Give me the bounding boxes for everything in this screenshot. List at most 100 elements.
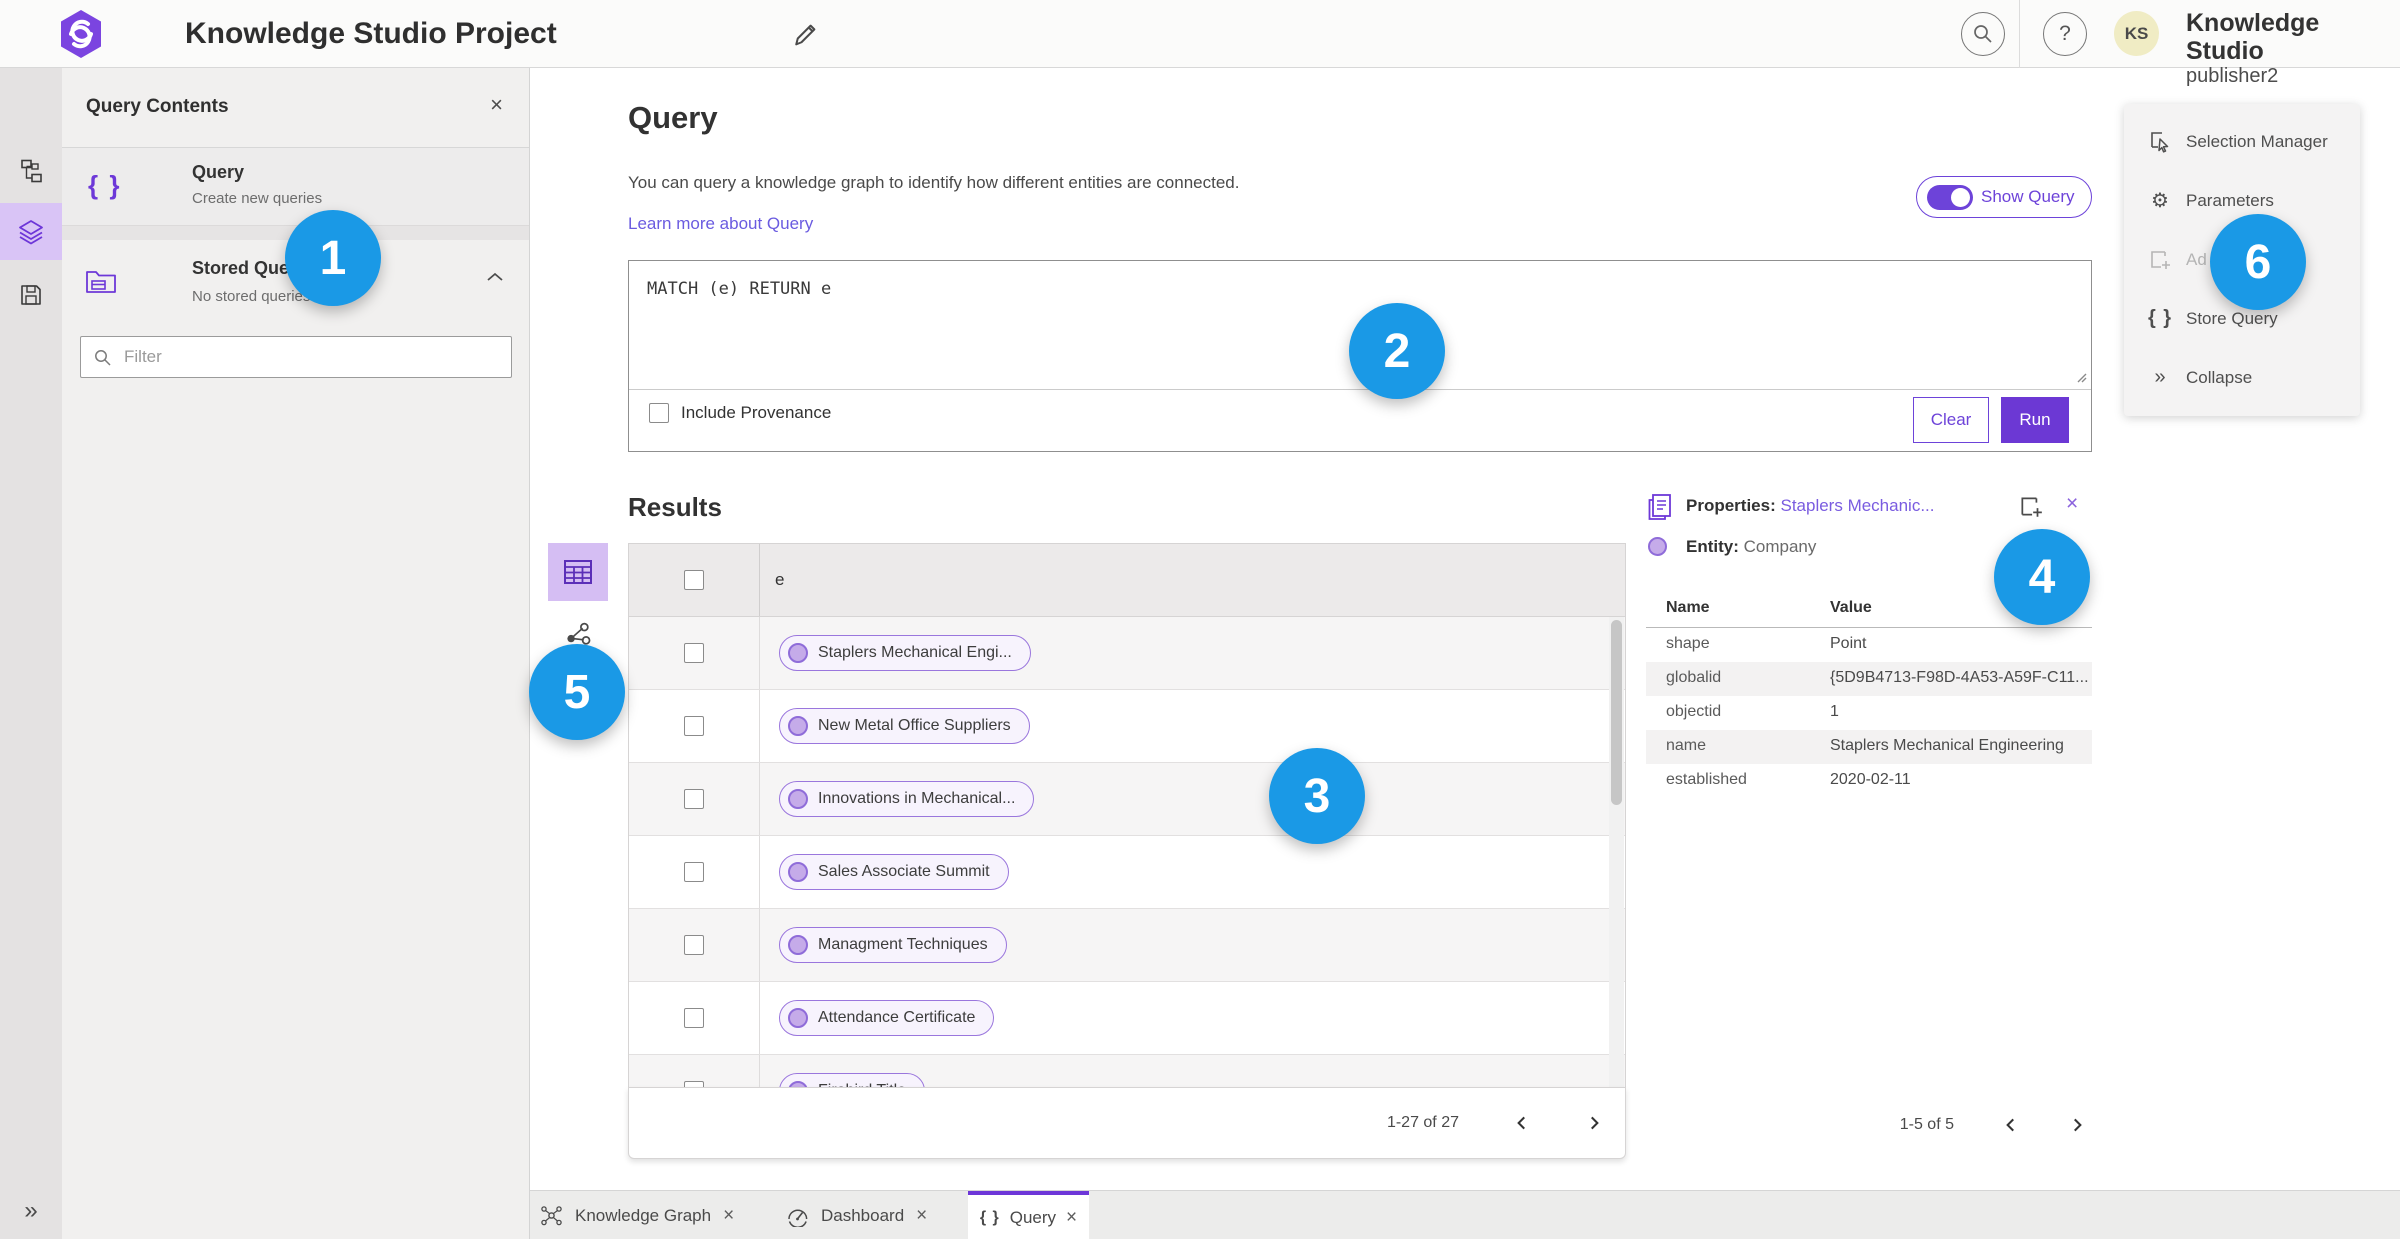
entity-pill[interactable]: New Metal Office Suppliers bbox=[779, 708, 1030, 744]
chevron-up-icon[interactable] bbox=[485, 270, 505, 284]
properties-range-text: 1-5 of 5 bbox=[1899, 1116, 1954, 1133]
row-checkbox[interactable] bbox=[684, 1008, 704, 1028]
row-checkbox[interactable] bbox=[684, 716, 704, 736]
properties-label: Properties: Staplers Mechanic... bbox=[1686, 496, 1935, 515]
table-row[interactable]: Firebird Title bbox=[629, 1055, 1625, 1087]
run-button[interactable]: Run bbox=[2001, 397, 2069, 443]
entity-type-dot bbox=[788, 1008, 808, 1028]
tab-close-icon[interactable]: × bbox=[916, 1205, 927, 1227]
table-scrollbar[interactable] bbox=[1609, 617, 1624, 1087]
panel-title: Query Contents bbox=[86, 96, 229, 117]
column-divider bbox=[759, 544, 760, 616]
include-provenance-label: Include Provenance bbox=[681, 403, 832, 422]
row-checkbox[interactable] bbox=[684, 862, 704, 882]
table-row[interactable]: Sales Associate Summit bbox=[629, 836, 1625, 909]
search-icon bbox=[81, 348, 112, 367]
search-button[interactable] bbox=[1961, 12, 2005, 56]
filter-field bbox=[80, 336, 512, 378]
app-logo-icon[interactable] bbox=[55, 8, 107, 60]
collapse-chevrons-icon: » bbox=[2154, 366, 2166, 388]
results-range-text: 1-27 of 27 bbox=[1386, 1114, 1459, 1131]
table-row[interactable]: Innovations in Mechanical... bbox=[629, 763, 1625, 836]
toggle-knob bbox=[1951, 187, 1970, 207]
row-checkbox[interactable] bbox=[684, 935, 704, 955]
entity-pill[interactable]: Attendance Certificate bbox=[779, 1000, 995, 1036]
entity-type-dot bbox=[788, 935, 808, 955]
annotation-badge-6: 6 bbox=[2210, 214, 2306, 310]
rail-item-schema[interactable] bbox=[0, 142, 62, 199]
properties-pagination: 1-5 of 5 bbox=[1646, 1100, 2092, 1150]
menu-item-collapse[interactable]: » Collapse bbox=[2124, 348, 2360, 407]
include-provenance-checkbox[interactable] bbox=[649, 403, 669, 423]
properties-rows: shape Point globalid {5D9B4713-F98D-4A53-A… bbox=[1646, 628, 2092, 798]
entity-type-dot bbox=[788, 643, 808, 663]
value-column-header: Value bbox=[1830, 599, 1872, 616]
add-to-selection-icon bbox=[2146, 248, 2174, 272]
menu-item-selection-manager[interactable]: Selection Manager bbox=[2124, 112, 2360, 171]
property-row[interactable]: shape Point bbox=[1646, 628, 2092, 662]
account-info[interactable]: Knowledge Studio publisher2 bbox=[2186, 9, 2400, 87]
table-icon bbox=[563, 559, 593, 585]
tab-close-icon[interactable]: × bbox=[723, 1205, 734, 1227]
property-row[interactable]: globalid {5D9B4713-F98D-4A53-A59F-C11... bbox=[1646, 662, 2092, 696]
entity-pill[interactable]: Firebird Title bbox=[779, 1073, 926, 1087]
property-row[interactable]: objectid 1 bbox=[1646, 696, 2092, 730]
table-row[interactable]: Attendance Certificate bbox=[629, 982, 1625, 1055]
tab-close-icon[interactable]: × bbox=[1066, 1207, 1077, 1229]
toggle-track[interactable] bbox=[1927, 184, 1973, 210]
editor-footer-divider bbox=[629, 389, 2091, 390]
tab-query-active[interactable]: { } Query × bbox=[968, 1191, 1089, 1239]
select-all-checkbox[interactable] bbox=[684, 570, 704, 590]
scrollbar-thumb[interactable] bbox=[1611, 620, 1622, 805]
entity-pill[interactable]: Staplers Mechanical Engi... bbox=[779, 635, 1031, 671]
entity-type-dot bbox=[1648, 537, 1667, 556]
properties-close-icon[interactable]: × bbox=[2066, 492, 2078, 516]
query-code-input[interactable]: MATCH (e) RETURN e bbox=[647, 279, 831, 299]
panel-item-query[interactable]: { } Query Create new queries bbox=[62, 148, 529, 226]
property-row[interactable]: established 2020-02-11 bbox=[1646, 764, 2092, 798]
annotation-badge-1: 1 bbox=[285, 210, 381, 306]
chevron-left-icon[interactable] bbox=[1513, 1114, 1531, 1132]
chevron-right-icon[interactable] bbox=[1585, 1114, 1603, 1132]
table-row[interactable]: Staplers Mechanical Engi... bbox=[629, 617, 1625, 690]
chevron-left-icon[interactable] bbox=[2002, 1116, 2020, 1134]
panel-close-icon[interactable]: × bbox=[490, 92, 503, 118]
selected-entity-link[interactable]: Staplers Mechanic... bbox=[1780, 496, 1934, 515]
edit-title-button[interactable] bbox=[790, 18, 824, 52]
avatar-initials: KS bbox=[2124, 23, 2149, 43]
annotation-badge-5: 5 bbox=[529, 644, 625, 740]
help-button[interactable]: ? bbox=[2043, 12, 2087, 56]
resize-handle[interactable] bbox=[2073, 369, 2087, 383]
row-checkbox[interactable] bbox=[684, 643, 704, 663]
tab-dashboard[interactable]: Dashboard × bbox=[778, 1191, 935, 1239]
properties-header: Properties: Staplers Mechanic... × bbox=[1646, 492, 2092, 528]
learn-more-link[interactable]: Learn more about Query bbox=[628, 214, 813, 234]
row-checkbox[interactable] bbox=[684, 789, 704, 809]
view-tab-bar: Knowledge Graph × Dashboard × { } Query … bbox=[530, 1190, 2400, 1239]
tab-knowledge-graph[interactable]: Knowledge Graph × bbox=[532, 1191, 742, 1239]
save-icon bbox=[18, 282, 44, 308]
entity-pill[interactable]: Innovations in Mechanical... bbox=[779, 781, 1035, 817]
rail-item-contents-active[interactable] bbox=[0, 203, 62, 260]
table-row[interactable]: Managment Techniques bbox=[629, 909, 1625, 982]
entity-label: Entity: Company bbox=[1686, 537, 1817, 556]
table-row[interactable]: New Metal Office Suppliers bbox=[629, 690, 1625, 763]
property-row[interactable]: name Staplers Mechanical Engineering bbox=[1646, 730, 2092, 764]
avatar[interactable]: KS bbox=[2114, 11, 2159, 56]
add-to-selection-icon[interactable] bbox=[2018, 494, 2044, 520]
rail-item-save[interactable] bbox=[0, 266, 62, 323]
entity-pill[interactable]: Sales Associate Summit bbox=[779, 854, 1009, 890]
clear-button[interactable]: Clear bbox=[1913, 397, 1989, 443]
account-name: Knowledge Studio bbox=[2186, 9, 2320, 65]
show-query-toggle[interactable]: Show Query bbox=[1916, 176, 2092, 218]
entity-type-dot bbox=[788, 789, 808, 809]
filter-input[interactable] bbox=[124, 347, 484, 367]
pencil-icon bbox=[790, 20, 824, 50]
name-column-header: Name bbox=[1666, 599, 1710, 616]
entity-pill[interactable]: Managment Techniques bbox=[779, 927, 1007, 963]
table-view-button[interactable] bbox=[548, 543, 608, 601]
expand-rail-chevrons[interactable]: » bbox=[0, 1197, 62, 1225]
hierarchy-icon bbox=[18, 158, 44, 184]
chevron-right-icon[interactable] bbox=[2068, 1116, 2086, 1134]
results-table-header: e bbox=[628, 543, 1626, 617]
